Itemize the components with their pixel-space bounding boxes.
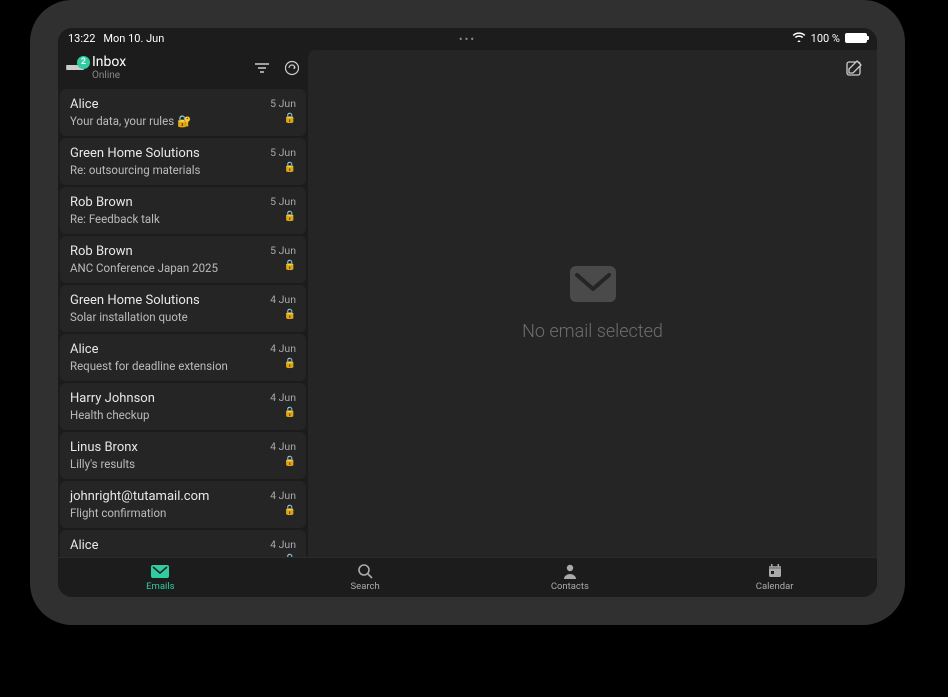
bottom-nav: Emails Search Contacts Calendar — [58, 557, 877, 597]
sync-icon[interactable] — [284, 60, 300, 76]
nav-calendar[interactable]: Calendar — [672, 558, 877, 597]
email-sender: Rob Brown — [70, 195, 270, 210]
email-date: 4 Jun — [270, 489, 296, 502]
email-sender: Green Home Solutions — [70, 146, 270, 161]
nav-label: Search — [351, 581, 380, 592]
lock-icon: 🔒 — [284, 261, 296, 271]
email-item[interactable]: Harry Johnson Health checkup4 Jun 🔒 — [60, 383, 306, 430]
email-sender: Alice — [70, 342, 270, 357]
content-pane: No email selected — [308, 50, 877, 557]
connection-status: Online — [92, 70, 246, 81]
email-date: 4 Jun — [270, 440, 296, 453]
filter-icon[interactable] — [254, 62, 270, 74]
lock-icon: 🔒 — [284, 310, 296, 320]
email-subject: Lilly's results — [70, 457, 270, 471]
email-date: 5 Jun — [270, 244, 296, 257]
email-sender: Green Home Solutions — [70, 293, 270, 308]
email-item[interactable]: Rob Brown Re: Feedback talk5 Jun 🔒 — [60, 187, 306, 234]
empty-state-text: No email selected — [522, 321, 663, 342]
nav-label: Emails — [146, 581, 174, 592]
email-item[interactable]: Linus Bronx Lilly's results4 Jun 🔒 — [60, 432, 306, 479]
status-ellipsis: ••• — [459, 33, 476, 46]
wifi-icon — [792, 32, 806, 45]
unread-badge: 2 — [77, 56, 90, 69]
email-subject: Flight confirmation — [70, 506, 270, 520]
email-item[interactable]: Alice4 Jun🔒 — [60, 530, 306, 557]
battery-icon — [845, 33, 867, 43]
status-bar: 13:22 Mon 10. Jun ••• 100 % — [58, 28, 877, 48]
nav-label: Contacts — [551, 581, 589, 592]
person-icon — [563, 564, 577, 579]
email-subject: Solar installation quote — [70, 310, 270, 324]
email-sender: Alice — [70, 97, 270, 112]
calendar-icon — [768, 564, 782, 579]
email-item[interactable]: Alice Your data, your rules 🔐5 Jun 🔒 — [60, 89, 306, 136]
search-icon — [358, 564, 373, 579]
nav-label: Calendar — [756, 581, 794, 592]
email-date: 5 Jun — [270, 195, 296, 208]
inbox-title: Inbox — [92, 54, 246, 70]
lock-icon: 🔒 — [284, 359, 296, 369]
status-time: 13:22 — [68, 32, 95, 45]
lock-icon: 🔒 — [284, 408, 296, 418]
lock-icon: 🔒 — [284, 457, 296, 467]
email-item[interactable]: Green Home Solutions Re: outsourcing mate… — [60, 138, 306, 185]
menu-button[interactable]: 2 — [66, 61, 84, 75]
email-item[interactable]: Green Home Solutions Solar installation q… — [60, 285, 306, 332]
email-date: 4 Jun — [270, 538, 296, 551]
email-subject: Your data, your rules 🔐 — [70, 114, 270, 128]
nav-emails[interactable]: Emails — [58, 558, 263, 597]
email-subject: ANC Conference Japan 2025 — [70, 261, 270, 275]
email-date: 4 Jun — [270, 342, 296, 355]
battery-pct: 100 % — [811, 32, 840, 45]
email-sender: Linus Bronx — [70, 440, 270, 455]
email-item[interactable]: Rob Brown ANC Conference Japan 20255 Jun 🔒 — [60, 236, 306, 283]
email-item[interactable]: Alice Request for deadline extension4 Jun… — [60, 334, 306, 381]
email-sender: johnright@tutamail.com — [70, 489, 270, 504]
email-date: 4 Jun — [270, 391, 296, 404]
email-subject: Health checkup — [70, 408, 270, 422]
email-sender: Harry Johnson — [70, 391, 270, 406]
email-sender: Rob Brown — [70, 244, 270, 259]
nav-search[interactable]: Search — [263, 558, 468, 597]
mail-icon — [151, 564, 169, 579]
email-list[interactable]: AliceYour data, your rules 🔐5 Jun🔒Green … — [58, 89, 308, 557]
sidebar: 2 Inbox Online — [58, 48, 308, 557]
email-subject: Re: outsourcing materials — [70, 163, 270, 177]
lock-icon: 🔒 — [284, 506, 296, 516]
compose-button[interactable] — [845, 60, 863, 78]
email-date: 4 Jun — [270, 293, 296, 306]
mail-icon — [569, 265, 617, 307]
lock-icon: 🔒 — [284, 163, 296, 173]
email-date: 5 Jun — [270, 146, 296, 159]
email-subject: Request for deadline extension — [70, 359, 270, 373]
nav-contacts[interactable]: Contacts — [468, 558, 673, 597]
email-sender: Alice — [70, 538, 270, 553]
email-date: 5 Jun — [270, 97, 296, 110]
lock-icon: 🔒 — [284, 212, 296, 222]
lock-icon: 🔒 — [284, 114, 296, 124]
email-subject: Re: Feedback talk — [70, 212, 270, 226]
status-date: Mon 10. Jun — [103, 32, 164, 45]
email-item[interactable]: johnright@tutamail.com Flight confirmatio… — [60, 481, 306, 528]
